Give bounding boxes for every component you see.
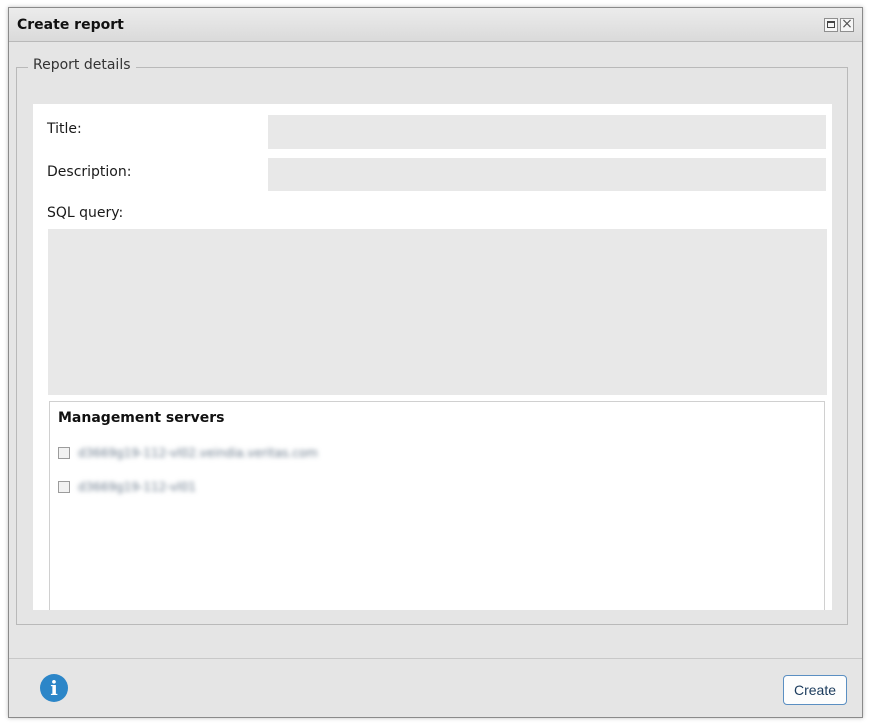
- management-servers-heading: Management servers: [58, 410, 225, 426]
- description-input[interactable]: [268, 158, 826, 191]
- server-label-2: d3669g19-112-vl01: [78, 480, 196, 494]
- sql-query-textarea[interactable]: [48, 229, 827, 395]
- footer-divider: [9, 658, 862, 659]
- close-icon[interactable]: ×: [840, 16, 854, 32]
- server-checkbox-1[interactable]: [58, 447, 70, 459]
- title-input[interactable]: [268, 115, 826, 149]
- info-circle-icon[interactable]: i: [40, 674, 68, 702]
- title-label: Title:: [47, 121, 82, 137]
- create-button[interactable]: Create: [783, 675, 847, 705]
- sql-query-label: SQL query:: [47, 205, 124, 221]
- description-label: Description:: [47, 164, 132, 180]
- report-details-legend: Report details: [28, 57, 136, 73]
- dialog-titlebar[interactable]: Create report ×: [9, 8, 862, 42]
- create-report-dialog: Create report × Report details Title: De…: [8, 7, 863, 718]
- report-details-panel: Title: Description: SQL query: Managemen…: [33, 104, 832, 610]
- dialog-title: Create report: [17, 17, 124, 33]
- management-servers-list: Management servers d3669g19-112-vl02.vei…: [49, 401, 825, 610]
- server-label-1: d3669g19-112-vl02.veindia.veritas.com: [78, 446, 318, 460]
- server-checkbox-2[interactable]: [58, 481, 70, 493]
- maximize-icon[interactable]: [824, 18, 838, 32]
